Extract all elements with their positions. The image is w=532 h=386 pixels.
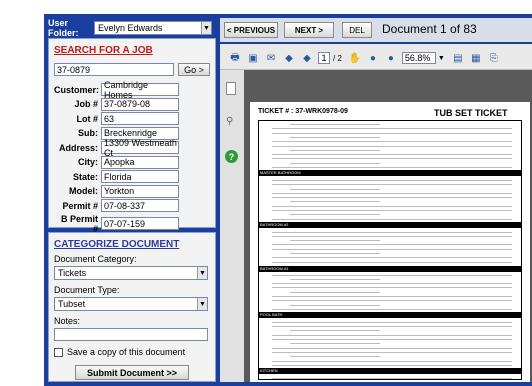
help-icon[interactable]: ? — [225, 150, 238, 163]
job-field-value: Cambridge Homes — [101, 80, 179, 100]
chevron-down-icon: ▼ — [197, 267, 207, 279]
app-frame: User Folder: Evelyn Edwards ▼ SEARCH FOR… — [44, 14, 532, 386]
fit-width-icon[interactable]: ▤ — [451, 51, 465, 65]
category-value: Tickets — [58, 268, 87, 278]
job-field-label: B Permit # — [60, 213, 98, 234]
search-panel: SEARCH FOR A JOB 37-0879 Go > Customer: C… — [48, 38, 216, 234]
job-field-row: Lot #63 — [54, 112, 179, 125]
ticket-type: TUB SET TICKET — [434, 108, 508, 118]
zoom-out-icon[interactable]: ● — [366, 51, 380, 65]
user-folder-label: User Folder: — [48, 18, 79, 38]
ticket-number: TICKET # : 37-WRK0978-09 — [258, 108, 348, 115]
job-field-row: City: Apopka — [54, 155, 179, 169]
zoom-in-icon[interactable]: ● — [384, 51, 398, 65]
document-title: Document 1 of 83 — [382, 22, 477, 36]
next-page-icon[interactable]: ◆ — [300, 51, 314, 65]
chevron-down-icon[interactable]: ▼ — [438, 55, 445, 62]
job-field-value: Florida — [101, 170, 179, 183]
submit-document-button[interactable]: Submit Document >> — [75, 365, 189, 380]
print-icon[interactable]: 🖶 — [228, 51, 242, 65]
job-field-row: Job #37-0879-08 — [54, 97, 179, 111]
chevron-down-icon: ▼ — [197, 298, 207, 310]
categorize-heading: CATEGORIZE DOCUMENT — [54, 239, 180, 250]
document-nav-bar: < PREVIOUS NEXT > DEL Document 1 of 83 — [220, 18, 532, 42]
job-field-value: Yorkton — [101, 184, 179, 198]
job-field-value: 37-0879-08 — [101, 97, 179, 111]
job-field-row: Customer: Cambridge Homes — [54, 80, 179, 100]
ticket-border — [258, 120, 522, 380]
job-field-label: Model: — [69, 186, 98, 196]
pages-icon[interactable] — [226, 82, 236, 95]
search-heading: SEARCH FOR A JOB — [54, 45, 153, 56]
chevron-down-icon: ▼ — [201, 22, 211, 34]
viewer-side-panel: ⚲ ? — [220, 70, 244, 382]
zoom-input[interactable]: 56.8% — [401, 52, 436, 64]
type-label: Document Type: — [54, 285, 120, 295]
job-field-label: State: — [72, 171, 98, 182]
search-input[interactable]: 37-0879 — [54, 63, 174, 76]
next-button[interactable]: NEXT > — [284, 22, 334, 38]
user-folder-value: Evelyn Edwards — [98, 23, 163, 33]
job-field-label: Customer: — [54, 84, 100, 95]
job-field-row: Address: 13309 Westmeath Ct — [54, 138, 179, 158]
notes-label: Notes: — [54, 316, 81, 326]
job-field-label: Sub: — [78, 128, 98, 138]
category-label: Document Category: — [54, 254, 137, 264]
viewer-toolbar: 🖶 ▣ ✉ ◆ ◆ 1 / 2 ✋ ● ● 56.8% ▼ ▤ ▦ ⎘ — [220, 44, 532, 70]
job-field-row: Permit #07-08-337 — [54, 199, 179, 212]
job-field-label: Address: — [58, 142, 98, 153]
page-number-input[interactable]: 1 — [318, 52, 330, 64]
hand-tool-icon[interactable]: ✋ — [348, 51, 362, 65]
job-field-value: 07-07-159 — [101, 217, 179, 230]
job-field-row: B Permit #07-07-159 — [54, 214, 179, 234]
user-folder-select[interactable]: Evelyn Edwards ▼ — [94, 21, 212, 35]
job-field-label: City: — [78, 157, 98, 167]
job-field-value: 63 — [101, 112, 179, 125]
previous-page-icon[interactable]: ◆ — [282, 51, 296, 65]
save-icon[interactable]: ▣ — [246, 51, 260, 65]
job-field-label: Lot # — [76, 113, 99, 124]
left-sidebar: User Folder: Evelyn Edwards ▼ SEARCH FOR… — [48, 18, 216, 382]
user-folder-row: User Folder: Evelyn Edwards ▼ — [48, 18, 216, 38]
go-button[interactable]: Go > — [178, 63, 210, 76]
notes-input[interactable] — [54, 328, 208, 341]
job-field-value: 07-08-337 — [101, 199, 179, 212]
job-field-label: Job # — [74, 99, 98, 109]
pdf-viewer: 🖶 ▣ ✉ ◆ ◆ 1 / 2 ✋ ● ● 56.8% ▼ ▤ ▦ ⎘ ⚲ ? — [220, 44, 532, 382]
save-copy-label: Save a copy of this document — [67, 347, 186, 357]
delete-button[interactable]: DEL — [342, 22, 372, 38]
rotate-icon[interactable]: ⎘ — [487, 51, 501, 65]
job-field-value: 13309 Westmeath Ct — [101, 138, 179, 158]
job-field-label: Permit # — [62, 200, 98, 211]
document-page: TICKET # : 37-WRK0978-09 TUB SET TICKET … — [250, 102, 530, 382]
job-field-value: Apopka — [101, 155, 179, 169]
job-field-row: Model: Yorkton — [54, 184, 179, 198]
fit-page-icon[interactable]: ▦ — [469, 51, 483, 65]
type-select[interactable]: Tubset ▼ — [54, 297, 208, 311]
job-field-row: State: Florida — [54, 170, 179, 183]
save-copy-checkbox[interactable] — [54, 347, 63, 357]
type-value: Tubset — [58, 299, 86, 309]
bookmarks-icon[interactable]: ⚲ — [226, 116, 233, 127]
email-icon[interactable]: ✉ — [264, 51, 278, 65]
categorize-panel: CATEGORIZE DOCUMENT Document Category: T… — [48, 232, 216, 382]
category-select[interactable]: Tickets ▼ — [54, 266, 208, 280]
page-total: / 2 — [333, 53, 342, 63]
previous-button[interactable]: < PREVIOUS — [224, 22, 278, 38]
